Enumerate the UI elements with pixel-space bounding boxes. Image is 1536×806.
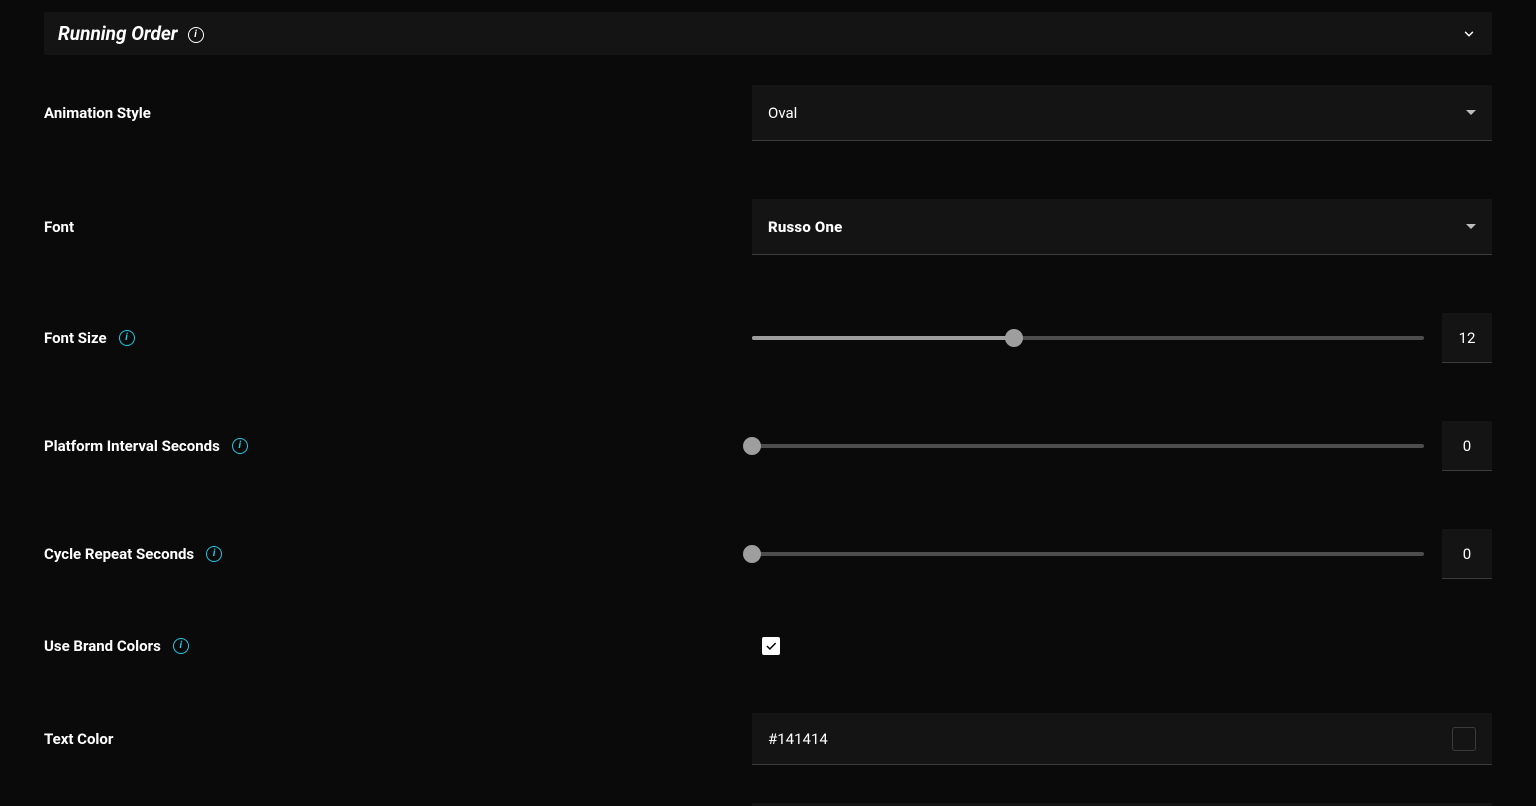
select-animation-style[interactable]: Oval [752,85,1492,141]
label-font-size: Font Size [44,329,107,347]
slider-font-size[interactable] [752,336,1424,340]
slider-thumb[interactable] [1005,329,1023,347]
section-title: Running Order [58,22,178,45]
row-text-color: Text Color #141414 [44,713,1492,765]
row-cycle-repeat: Cycle Repeat Seconds 0 [44,529,1492,579]
slider-fill [752,336,1014,340]
dropdown-caret-icon [1466,222,1476,232]
input-cycle-repeat[interactable]: 0 [1442,529,1492,579]
input-value: 0 [1463,437,1471,455]
label-use-brand-colors: Use Brand Colors [44,637,161,655]
input-font-size[interactable]: 12 [1442,313,1492,363]
slider-thumb[interactable] [743,437,761,455]
select-font[interactable]: Russo One [752,199,1492,255]
input-text-color[interactable]: #141414 [752,713,1492,765]
info-icon[interactable] [119,330,135,346]
slider-thumb[interactable] [743,545,761,563]
row-font: Font Russo One [44,199,1492,255]
select-value: Oval [768,104,797,122]
input-platform-interval[interactable]: 0 [1442,421,1492,471]
label-animation-style: Animation Style [44,104,151,122]
row-font-size: Font Size 12 [44,313,1492,363]
slider-cycle-repeat[interactable] [752,552,1424,556]
row-use-brand-colors: Use Brand Colors [44,637,1492,655]
row-animation-style: Animation Style Oval [44,85,1492,141]
label-font: Font [44,218,74,236]
info-icon[interactable] [206,546,222,562]
label-platform-interval: Platform Interval Seconds [44,437,220,455]
dropdown-caret-icon [1466,108,1476,118]
section-header[interactable]: Running Order [44,12,1492,55]
label-text-color: Text Color [44,730,113,748]
slider-platform-interval[interactable] [752,444,1424,448]
chevron-down-icon[interactable] [1460,25,1478,43]
input-value: 0 [1463,545,1471,563]
select-value: Russo One [768,218,842,236]
label-cycle-repeat: Cycle Repeat Seconds [44,545,194,563]
input-value: 12 [1459,329,1476,347]
info-icon[interactable] [232,438,248,454]
color-swatch[interactable] [1452,727,1476,751]
checkbox-use-brand-colors[interactable] [762,637,780,655]
info-icon[interactable] [188,27,204,43]
info-icon[interactable] [173,638,189,654]
color-value: #141414 [768,730,828,748]
row-platform-interval: Platform Interval Seconds 0 [44,421,1492,471]
